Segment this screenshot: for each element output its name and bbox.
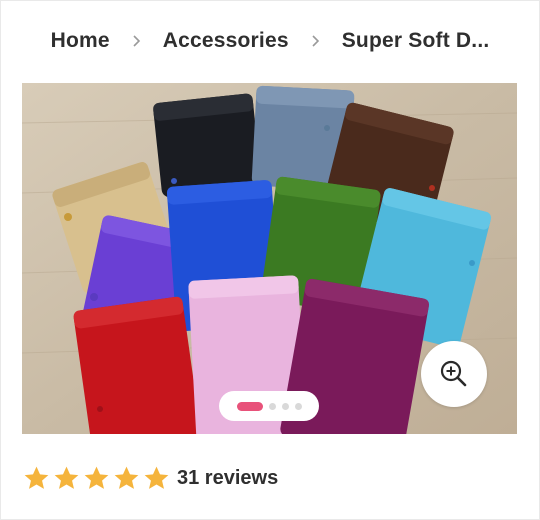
star-icon	[144, 466, 169, 489]
breadcrumb-accessories[interactable]: Accessories	[163, 29, 289, 53]
product-image-gallery[interactable]	[22, 83, 517, 434]
product-rating[interactable]: 31 reviews	[22, 462, 278, 494]
star-icon	[24, 466, 49, 489]
chevron-right-icon	[311, 34, 320, 48]
slide-pager	[219, 391, 319, 421]
zoom-in-icon	[440, 360, 467, 387]
star-icon	[84, 466, 109, 489]
star-rating	[22, 464, 171, 493]
chevron-right-icon	[132, 34, 141, 48]
reviews-link[interactable]: 31 reviews	[177, 467, 278, 490]
pager-dot[interactable]	[281, 402, 289, 410]
pager-dot-active[interactable]	[236, 401, 263, 411]
pager-dot[interactable]	[294, 402, 302, 410]
breadcrumb: Home Accessories Super Soft D...	[0, 26, 540, 56]
pager-dot[interactable]	[268, 402, 276, 410]
zoom-button[interactable]	[421, 341, 487, 407]
star-icon	[54, 466, 79, 489]
star-icon	[114, 466, 139, 489]
breadcrumb-current: Super Soft D...	[341, 29, 490, 52]
breadcrumb-home[interactable]: Home	[51, 29, 110, 53]
